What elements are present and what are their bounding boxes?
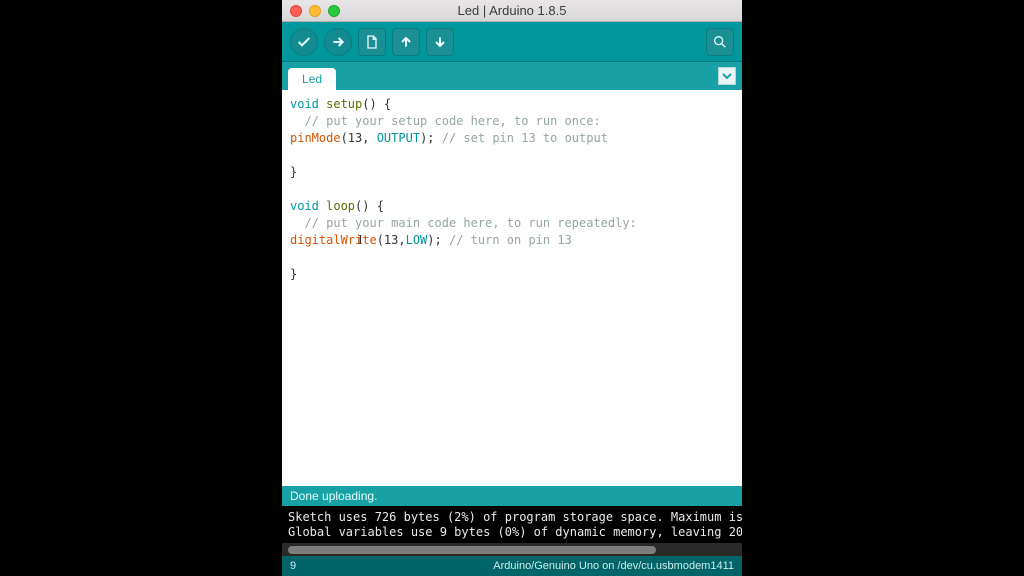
open-button[interactable] <box>392 28 420 56</box>
file-icon <box>364 34 380 50</box>
tab-menu-button[interactable] <box>718 67 736 85</box>
toolbar <box>282 22 742 62</box>
console-line: Global variables use 9 bytes (0%) of dyn… <box>288 525 742 539</box>
zoom-icon[interactable] <box>328 5 340 17</box>
status-bar: Done uploading. <box>282 486 742 506</box>
titlebar: Led | Arduino 1.8.5 <box>282 0 742 22</box>
magnifier-icon <box>712 34 728 50</box>
console-line: Sketch uses 726 bytes (2%) of program st… <box>288 510 742 524</box>
save-button[interactable] <box>426 28 454 56</box>
line-number: 9 <box>290 560 296 572</box>
new-button[interactable] <box>358 28 386 56</box>
tab-bar: Led <box>282 62 742 90</box>
close-icon[interactable] <box>290 5 302 17</box>
check-icon <box>296 34 312 50</box>
console-output[interactable]: Sketch uses 726 bytes (2%) of program st… <box>282 506 742 542</box>
arrow-right-icon <box>330 34 346 50</box>
upload-button[interactable] <box>324 28 352 56</box>
sketch-tab[interactable]: Led <box>288 68 336 90</box>
scrollbar-thumb[interactable] <box>288 546 656 554</box>
window-controls <box>290 5 340 17</box>
arduino-window: Led | Arduino 1.8.5 Led void setup() { <box>282 0 742 576</box>
minimize-icon[interactable] <box>309 5 321 17</box>
console-scrollbar[interactable] <box>282 542 742 556</box>
footer-bar: 9 Arduino/Genuino Uno on /dev/cu.usbmode… <box>282 556 742 576</box>
chevron-down-icon <box>722 71 732 81</box>
verify-button[interactable] <box>290 28 318 56</box>
serial-monitor-button[interactable] <box>706 28 734 56</box>
status-message: Done uploading. <box>290 489 377 503</box>
tab-label: Led <box>302 72 322 86</box>
window-title: Led | Arduino 1.8.5 <box>282 3 742 18</box>
arrow-up-icon <box>398 34 414 50</box>
board-port-label: Arduino/Genuino Uno on /dev/cu.usbmodem1… <box>493 560 734 572</box>
arrow-down-icon <box>432 34 448 50</box>
code-editor[interactable]: void setup() { // put your setup code he… <box>282 90 742 486</box>
